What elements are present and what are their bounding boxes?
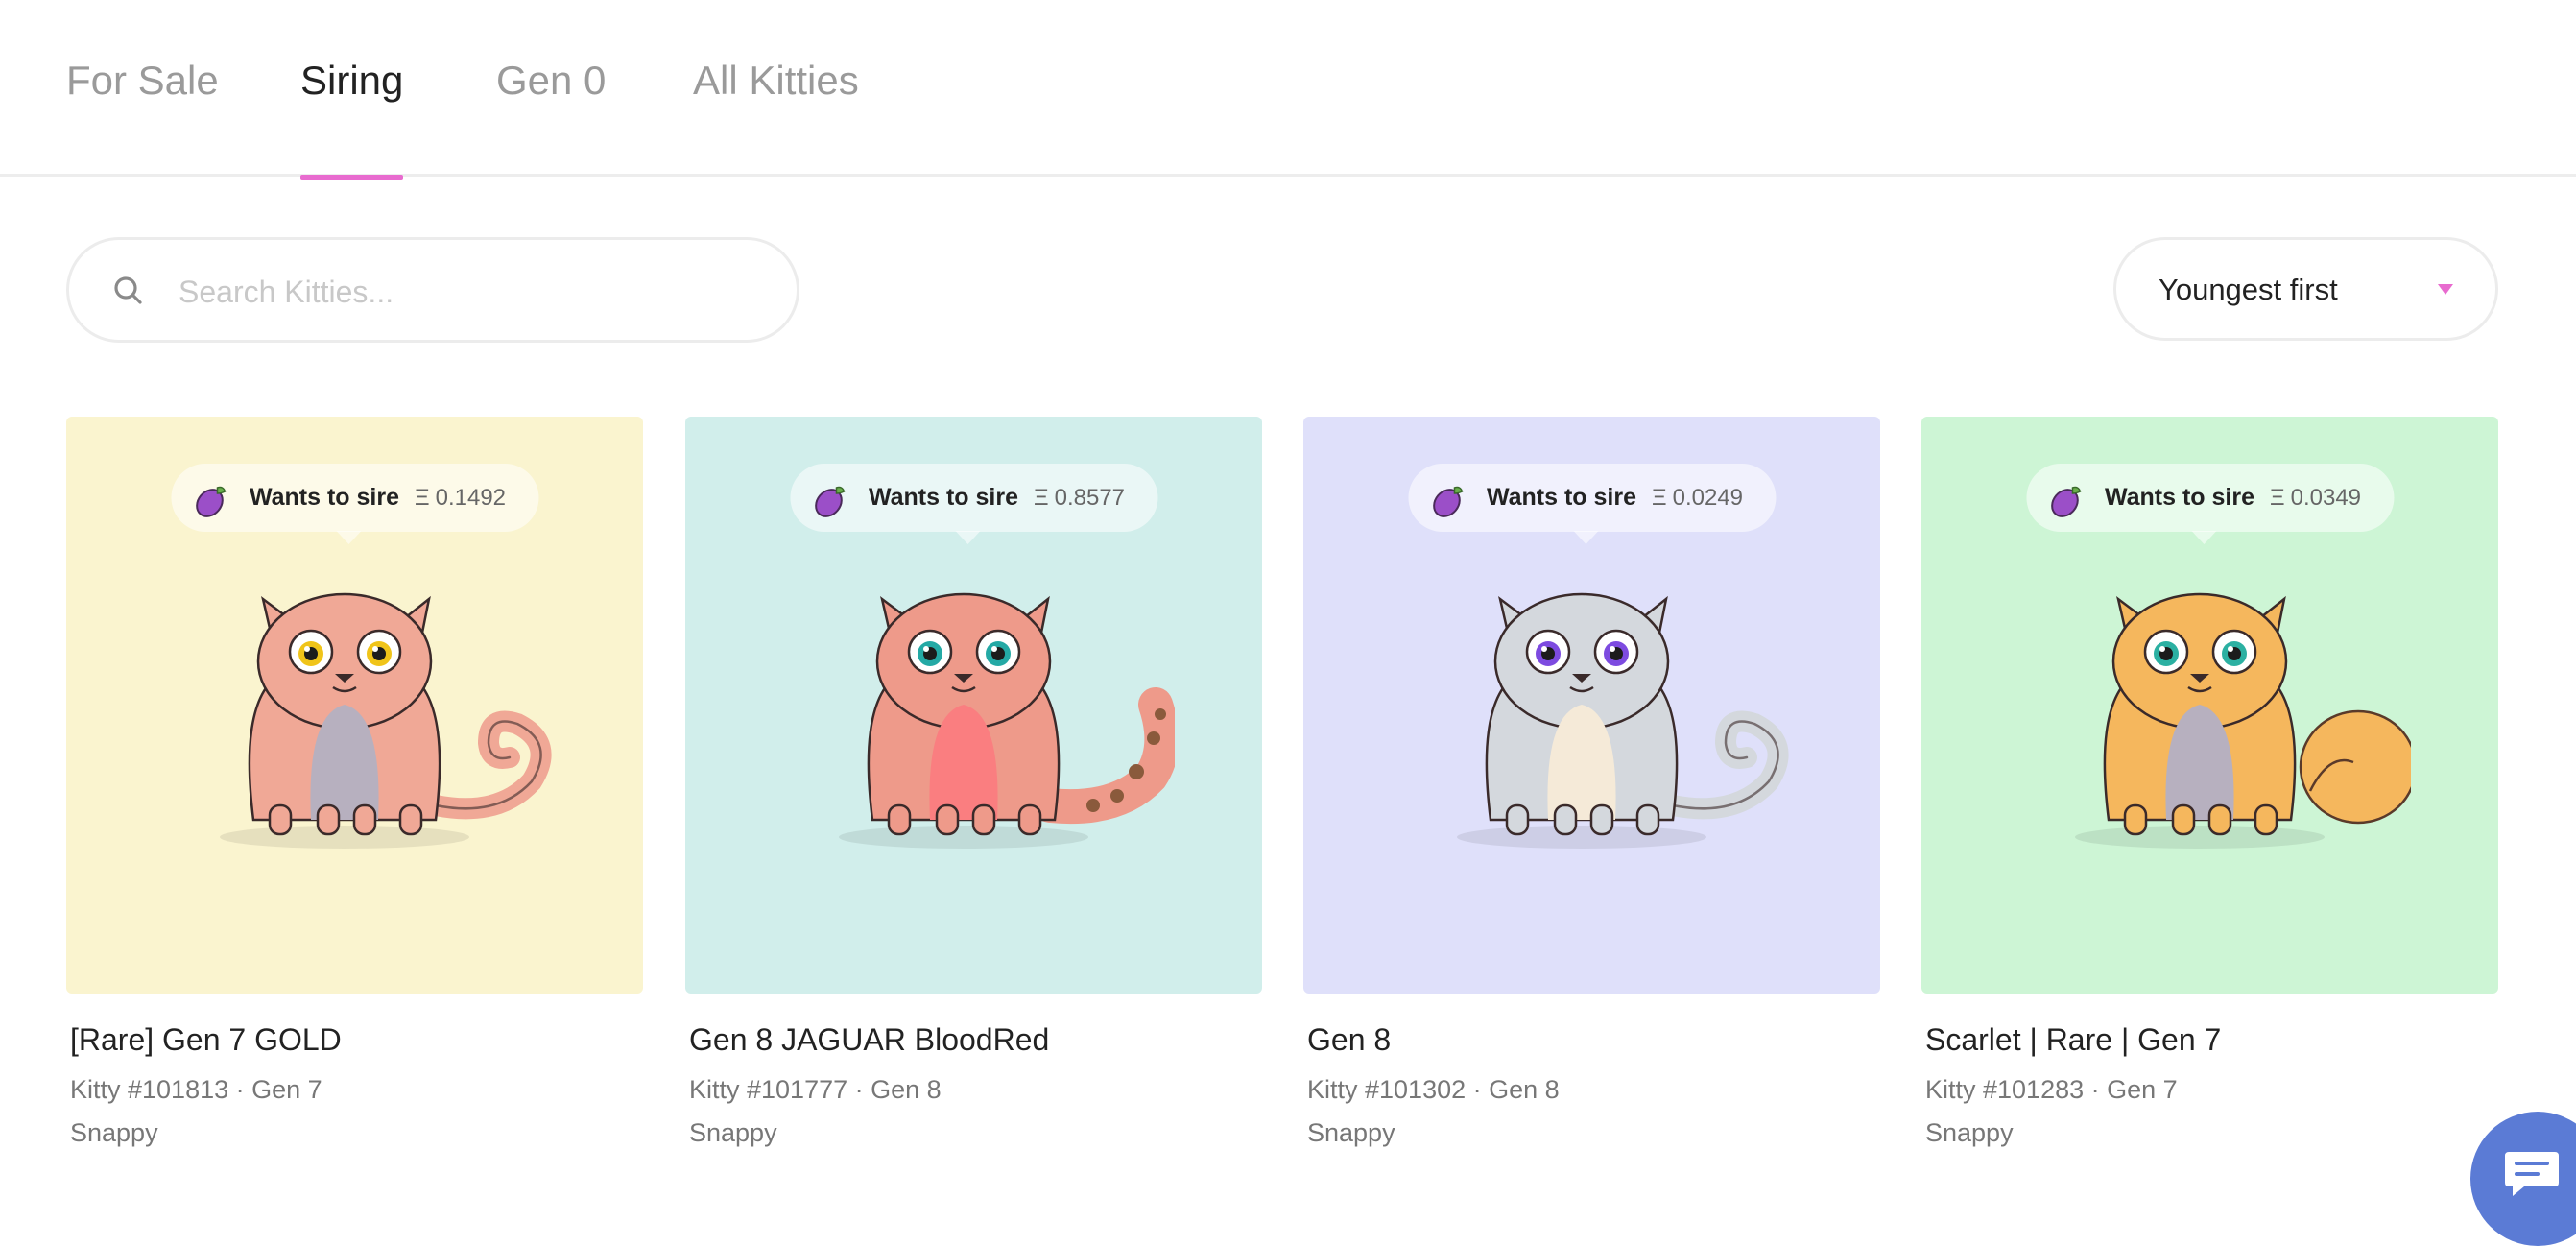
eggplant-icon <box>195 486 226 517</box>
kitty-image <box>1457 592 1789 849</box>
kitty-id-gen: Kitty #101813 · Gen 7 <box>70 1075 322 1104</box>
kitty-cooldown: Snappy <box>1307 1118 1395 1147</box>
kitty-id-gen: Kitty #101777 · Gen 8 <box>689 1075 942 1104</box>
kitty-image <box>220 592 552 849</box>
kitty-card[interactable]: Wants to sire Ξ 0.8577 Gen 8 JAGUAR Bloo… <box>685 417 1262 1148</box>
tab-gen-0[interactable]: Gen 0 <box>496 58 606 177</box>
tab-for-sale[interactable]: For Sale <box>66 58 219 177</box>
sire-bubble: Wants to sire Ξ 0.0349 <box>2025 464 2395 544</box>
kitty-id-gen: Kitty #101283 · Gen 7 <box>1925 1075 2178 1104</box>
kitty-name[interactable]: Scarlet | Rare | Gen 7 <box>1925 1022 2498 1058</box>
sire-price: 0.1492 <box>435 484 507 511</box>
search-input[interactable] <box>177 264 756 320</box>
kitty-card-image[interactable]: Wants to sire Ξ 0.8577 <box>685 417 1262 994</box>
sire-label: Wants to sire <box>249 484 400 511</box>
kitty-name[interactable]: Gen 8 JAGUAR BloodRed <box>689 1022 1262 1058</box>
kitty-cooldown: Snappy <box>1925 1118 2014 1147</box>
sire-price: 0.0349 <box>2290 484 2362 511</box>
sire-bubble: Wants to sire Ξ 0.0249 <box>1407 464 1777 544</box>
sire-label: Wants to sire <box>1486 484 1637 511</box>
eth-symbol: Ξ <box>415 484 430 511</box>
kitty-card-image[interactable]: Wants to sire Ξ 0.1492 <box>66 417 643 994</box>
kitty-card[interactable]: Wants to sire Ξ 0.1492 [Rare] Gen 7 GOLD <box>66 417 643 1148</box>
chevron-down-icon <box>2438 284 2453 295</box>
eth-symbol: Ξ <box>1034 484 1049 511</box>
sire-price: 0.8577 <box>1054 484 1126 511</box>
kitty-name[interactable]: [Rare] Gen 7 GOLD <box>70 1022 643 1058</box>
search-box[interactable] <box>66 237 799 343</box>
chat-icon <box>2505 1152 2559 1196</box>
kitty-image <box>839 592 1175 849</box>
sort-dropdown[interactable]: Youngest first <box>2113 237 2498 341</box>
sire-label: Wants to sire <box>868 484 1019 511</box>
nav-tabs: For Sale Siring Gen 0 All Kitties <box>0 0 2576 180</box>
tab-siring[interactable]: Siring <box>300 58 404 180</box>
kitty-card-image[interactable]: Wants to sire Ξ 0.0249 <box>1303 417 1880 994</box>
eth-symbol: Ξ <box>1652 484 1667 511</box>
kitty-id-gen: Kitty #101302 · Gen 8 <box>1307 1075 1560 1104</box>
eggplant-icon <box>2050 486 2081 517</box>
kitty-name[interactable]: Gen 8 <box>1307 1022 1880 1058</box>
sire-price: 0.0249 <box>1672 484 1744 511</box>
kitty-cooldown: Snappy <box>689 1118 777 1147</box>
search-icon <box>114 276 142 304</box>
eth-symbol: Ξ <box>2270 484 2285 511</box>
kitty-card[interactable]: Wants to sire Ξ 0.0349 Scarlet | Rare | … <box>1921 417 2498 1148</box>
sire-bubble: Wants to sire Ξ 0.8577 <box>789 464 1158 544</box>
eggplant-icon <box>1432 486 1463 517</box>
tab-all-kitties[interactable]: All Kitties <box>693 58 859 177</box>
kitty-card[interactable]: Wants to sire Ξ 0.0249 Gen 8 Kitty #1013… <box>1303 417 1880 1148</box>
kitty-cooldown: Snappy <box>70 1118 158 1147</box>
kitty-image <box>2075 592 2411 849</box>
sire-bubble: Wants to sire Ξ 0.1492 <box>170 464 539 544</box>
sire-label: Wants to sire <box>2104 484 2255 511</box>
kitty-card-image[interactable]: Wants to sire Ξ 0.0349 <box>1921 417 2498 994</box>
eggplant-icon <box>814 486 845 517</box>
sort-selected-label: Youngest first <box>2159 273 2338 306</box>
